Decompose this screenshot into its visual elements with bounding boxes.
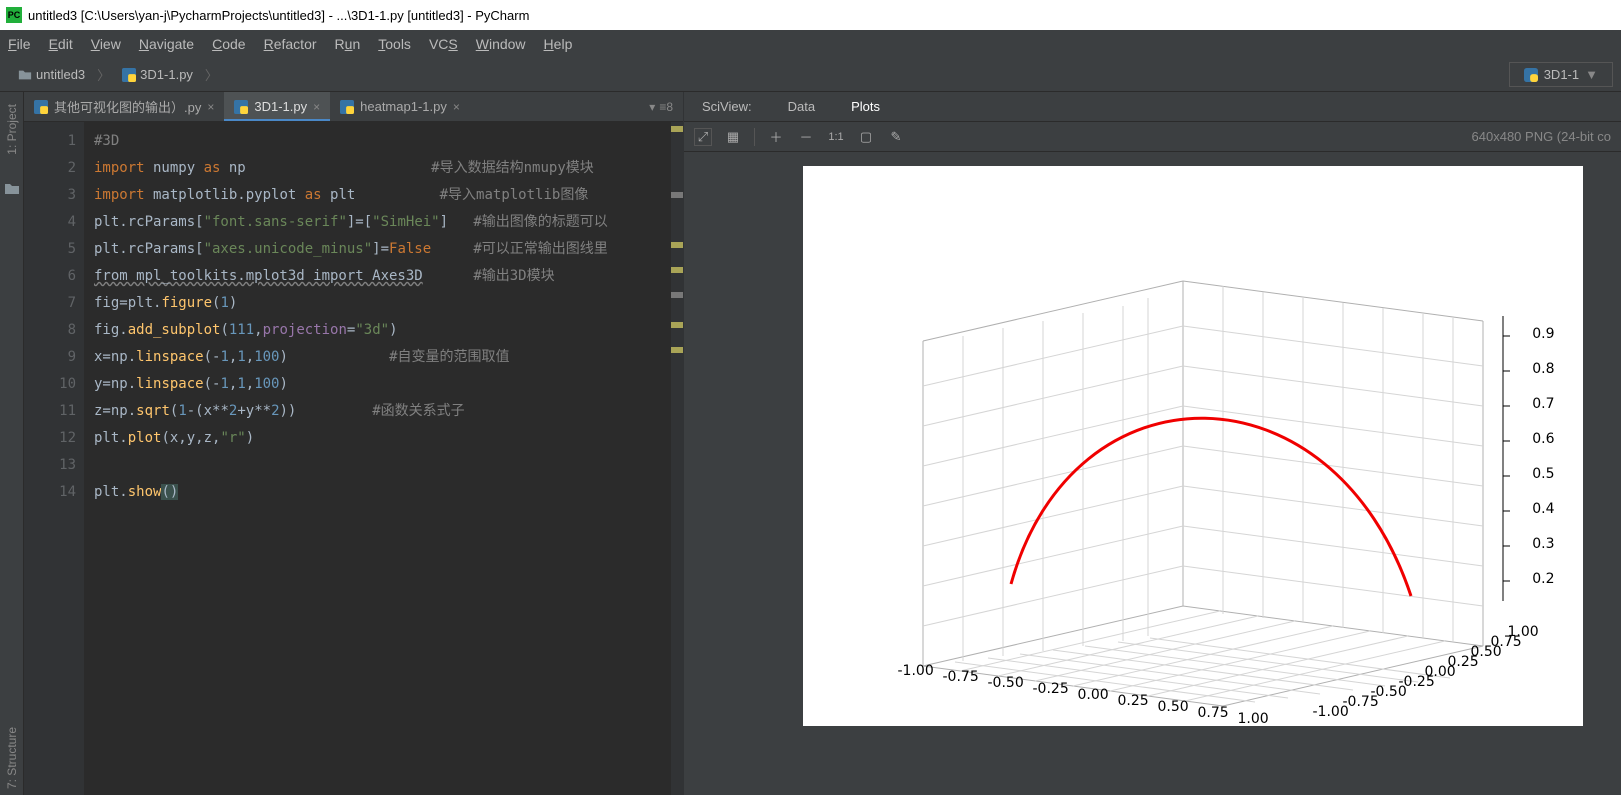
breadcrumb-label: 3D1-1.py xyxy=(140,67,193,82)
editor-tab-bar: 其他可视化图的输出）.py × 3D1-1.py × heatmap1-1.py… xyxy=(24,92,683,122)
z-tick: 0.4 xyxy=(1532,501,1554,517)
x-tick: -0.25 xyxy=(1033,681,1069,697)
z-tick: 0.6 xyxy=(1532,431,1554,447)
menu-view[interactable]: View xyxy=(91,36,121,52)
breadcrumb-label: untitled3 xyxy=(36,67,85,82)
color-picker-icon[interactable]: ✎ xyxy=(887,128,905,146)
x-tick: 0.50 xyxy=(1158,699,1189,715)
navigation-bar: untitled3 〉 3D1-1.py 〉 3D1-1 ▼ xyxy=(0,58,1621,92)
zoom-in-icon[interactable]: ＋ xyxy=(767,128,785,146)
fit-zoom-icon[interactable]: ⤢ xyxy=(694,128,712,146)
editor-softwrap-indicator[interactable]: ▾≡8 xyxy=(639,92,683,121)
editor-tab-label: 其他可视化图的输出）.py xyxy=(54,97,201,116)
chevron-down-icon: ▼ xyxy=(1585,67,1598,82)
menu-code[interactable]: Code xyxy=(212,36,245,52)
menu-run[interactable]: Run xyxy=(335,36,361,52)
chevron-right-icon: 〉 xyxy=(95,65,112,84)
window-titlebar: PC untitled3 [C:\Users\yan-j\PycharmProj… xyxy=(0,0,1621,30)
menu-refactor[interactable]: Refactor xyxy=(264,36,317,52)
z-tick: 0.9 xyxy=(1532,326,1554,342)
x-tick: -0.50 xyxy=(988,675,1024,691)
python-file-icon xyxy=(122,68,136,82)
menu-tools[interactable]: Tools xyxy=(378,36,411,52)
x-tick: 0.75 xyxy=(1198,705,1229,721)
z-tick: 0.5 xyxy=(1532,466,1554,482)
menu-edit[interactable]: Edit xyxy=(49,36,73,52)
plot-viewport[interactable]: 0.9 0.8 0.7 0.6 0.5 0.4 0.3 0.2 -1.00 -0… xyxy=(684,152,1621,795)
menu-file[interactable]: File xyxy=(8,36,31,52)
run-config-selector[interactable]: 3D1-1 ▼ xyxy=(1509,62,1613,87)
editor-body[interactable]: 1234567891011121314 #3Dimport numpy as n… xyxy=(24,122,683,795)
folder-icon xyxy=(4,181,20,197)
python-file-icon xyxy=(340,100,354,114)
z-tick: 0.2 xyxy=(1532,571,1554,587)
z-tick: 0.3 xyxy=(1532,536,1554,552)
image-info: 640x480 PNG (24-bit co xyxy=(1472,129,1611,144)
close-icon[interactable]: × xyxy=(453,100,460,114)
editor-tab-label: heatmap1-1.py xyxy=(360,99,447,114)
y-tick: 1.00 xyxy=(1508,624,1539,640)
plot-canvas: 0.9 0.8 0.7 0.6 0.5 0.4 0.3 0.2 -1.00 -0… xyxy=(803,166,1583,726)
editor-tab-label: 3D1-1.py xyxy=(254,99,307,114)
breadcrumb-project[interactable]: untitled3 xyxy=(8,65,95,84)
window-title: untitled3 [C:\Users\yan-j\PycharmProject… xyxy=(28,8,529,23)
line-number-gutter: 1234567891011121314 xyxy=(24,122,84,795)
sciview-tab-plots[interactable]: Plots xyxy=(833,99,898,114)
python-file-icon xyxy=(234,100,248,114)
menu-vcs[interactable]: VCS xyxy=(429,36,458,52)
sciview-title: SciView: xyxy=(684,99,770,114)
menu-navigate[interactable]: Navigate xyxy=(139,36,194,52)
tool-tab-structure[interactable]: 7: Structure xyxy=(3,721,21,795)
tool-tab-project[interactable]: 1: Project xyxy=(3,98,21,161)
editor-tab[interactable]: 3D1-1.py × xyxy=(224,92,330,121)
sciview-pane: SciView: Data Plots ⤢ ▦ ＋ － 1:1 ▢ ✎ 640x… xyxy=(684,92,1621,795)
z-tick: 0.7 xyxy=(1532,396,1554,412)
close-icon[interactable]: × xyxy=(207,100,214,114)
folder-icon xyxy=(18,68,32,82)
error-stripe[interactable] xyxy=(671,122,683,795)
editor-pane: 其他可视化图的输出）.py × 3D1-1.py × heatmap1-1.py… xyxy=(24,92,684,795)
code-area[interactable]: #3Dimport numpy as np #导入数据结构nmupy模块impo… xyxy=(84,122,671,795)
menu-help[interactable]: Help xyxy=(544,36,573,52)
actual-size-icon[interactable]: 1:1 xyxy=(827,128,845,146)
plot-svg xyxy=(803,166,1583,726)
x-tick: 1.00 xyxy=(1238,711,1269,727)
z-tick: 0.8 xyxy=(1532,361,1554,377)
close-icon[interactable]: × xyxy=(313,100,320,114)
sciview-toolbar: ⤢ ▦ ＋ － 1:1 ▢ ✎ 640x480 PNG (24-bit co xyxy=(684,122,1621,152)
save-icon[interactable]: ▢ xyxy=(857,128,875,146)
python-icon xyxy=(1524,68,1538,82)
zoom-out-icon[interactable]: － xyxy=(797,128,815,146)
main-menubar: File Edit View Navigate Code Refactor Ru… xyxy=(0,30,1621,58)
pycharm-icon: PC xyxy=(6,7,22,23)
editor-tab[interactable]: heatmap1-1.py × xyxy=(330,92,470,121)
sciview-header: SciView: Data Plots xyxy=(684,92,1621,122)
chevron-right-icon: 〉 xyxy=(203,65,220,84)
x-tick: -0.75 xyxy=(943,669,979,685)
x-tick: 0.00 xyxy=(1078,687,1109,703)
x-tick: -1.00 xyxy=(898,663,934,679)
editor-tab[interactable]: 其他可视化图的输出）.py × xyxy=(24,92,224,121)
breadcrumb-file[interactable]: 3D1-1.py xyxy=(112,65,203,84)
python-file-icon xyxy=(34,100,48,114)
sciview-tab-data[interactable]: Data xyxy=(770,99,833,114)
menu-window[interactable]: Window xyxy=(476,36,526,52)
run-config-label: 3D1-1 xyxy=(1544,67,1579,82)
x-tick: 0.25 xyxy=(1118,693,1149,709)
left-tool-stripe: 1: Project 7: Structure xyxy=(0,92,24,795)
grid-icon[interactable]: ▦ xyxy=(724,128,742,146)
